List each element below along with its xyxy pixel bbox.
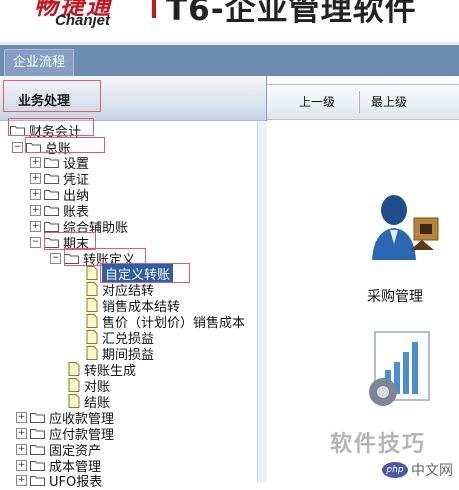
report-chart-icon[interactable] (365, 330, 437, 412)
document-icon (68, 378, 80, 392)
tree-node-ufo-report[interactable]: + UFO报表 (16, 472, 102, 490)
expand-icon[interactable]: + (30, 220, 41, 232)
collapse-icon[interactable]: − (30, 236, 41, 248)
collapse-icon[interactable]: − (50, 252, 61, 264)
document-icon (86, 330, 98, 344)
expand-icon[interactable]: + (30, 156, 41, 168)
expand-icon[interactable]: + (30, 172, 41, 184)
document-icon (68, 362, 80, 376)
purchase-management-label[interactable]: 采购管理 (367, 286, 423, 306)
folder-icon (30, 412, 45, 423)
tree-scrollbar[interactable] (257, 121, 267, 482)
folder-icon (44, 221, 59, 232)
folder-icon (44, 205, 59, 216)
app-title: T6-企业管理软件 (166, 0, 417, 28)
right-toolbar: 上一级 最上级 (267, 84, 459, 120)
expand-icon[interactable]: + (16, 459, 27, 471)
document-icon (86, 282, 98, 296)
folder-icon (30, 475, 45, 486)
document-icon (68, 394, 80, 408)
right-panel: 上一级 最上级 (267, 76, 459, 482)
tab-enterprise-process[interactable]: 企业流程 (4, 49, 75, 77)
folder-icon (30, 444, 45, 455)
folder-icon (44, 157, 59, 168)
top-level-button[interactable]: 最上级 (371, 93, 407, 110)
app-banner: 畅捷通 Chanjet T6-企业管理软件 (0, 0, 459, 42)
php-cn-badge: php 中文网 (382, 458, 459, 482)
document-icon (86, 314, 98, 328)
banner-separator (152, 0, 156, 18)
expand-icon[interactable]: + (16, 474, 27, 486)
purchase-management-icon[interactable] (370, 192, 442, 262)
folder-icon (30, 428, 45, 439)
annotation-box (25, 137, 105, 153)
expand-icon[interactable]: + (16, 411, 27, 423)
expand-icon[interactable]: + (30, 188, 41, 200)
folder-icon (44, 189, 59, 200)
folder-icon (44, 173, 59, 184)
brand-logo-en: Chanjet (55, 12, 111, 29)
expand-icon[interactable]: + (16, 427, 27, 439)
annotation-box (8, 118, 94, 136)
annotation-box (3, 80, 101, 112)
expand-icon[interactable]: + (30, 204, 41, 216)
expand-icon[interactable]: + (16, 443, 27, 455)
document-icon (86, 298, 98, 312)
document-icon (86, 346, 98, 360)
toolbar-divider (359, 91, 360, 113)
top-nav-bar: 企业流程 (0, 42, 459, 77)
php-logo-icon: php (382, 462, 408, 478)
collapse-icon[interactable]: − (12, 141, 23, 153)
php-site-label: 中文网 (411, 463, 453, 479)
document-icon (86, 266, 98, 280)
up-level-button[interactable]: 上一级 (299, 93, 335, 110)
folder-icon (30, 460, 45, 471)
watermark-text: 软件技巧 (330, 432, 427, 457)
